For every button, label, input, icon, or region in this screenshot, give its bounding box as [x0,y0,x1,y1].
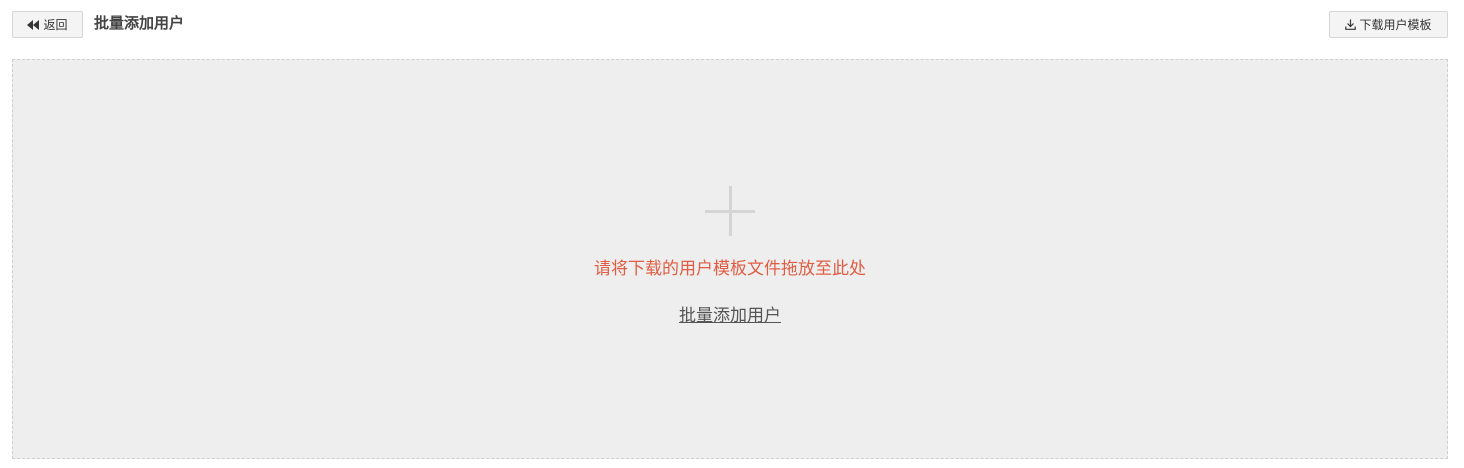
back-button-label: 返回 [43,18,68,32]
download-template-button[interactable]: 下载用户模板 [1329,11,1448,38]
back-button[interactable]: 返回 [12,11,83,38]
page-header: 返回 批量添加用户 下载用户模板 [0,0,1464,48]
upload-link-wrapper: 批量添加用户 [13,304,1447,328]
batch-add-users-link[interactable]: 批量添加用户 [679,306,781,326]
plus-icon [705,186,755,236]
rewind-icon [27,19,40,30]
page-title: 批量添加用户 [94,14,185,32]
download-icon [1345,19,1357,30]
download-button-label: 下载用户模板 [1359,18,1432,32]
file-dropzone[interactable]: 请将下载的用户模板文件拖放至此处 批量添加用户 [12,59,1448,459]
dropzone-hint: 请将下载的用户模板文件拖放至此处 [594,259,866,279]
